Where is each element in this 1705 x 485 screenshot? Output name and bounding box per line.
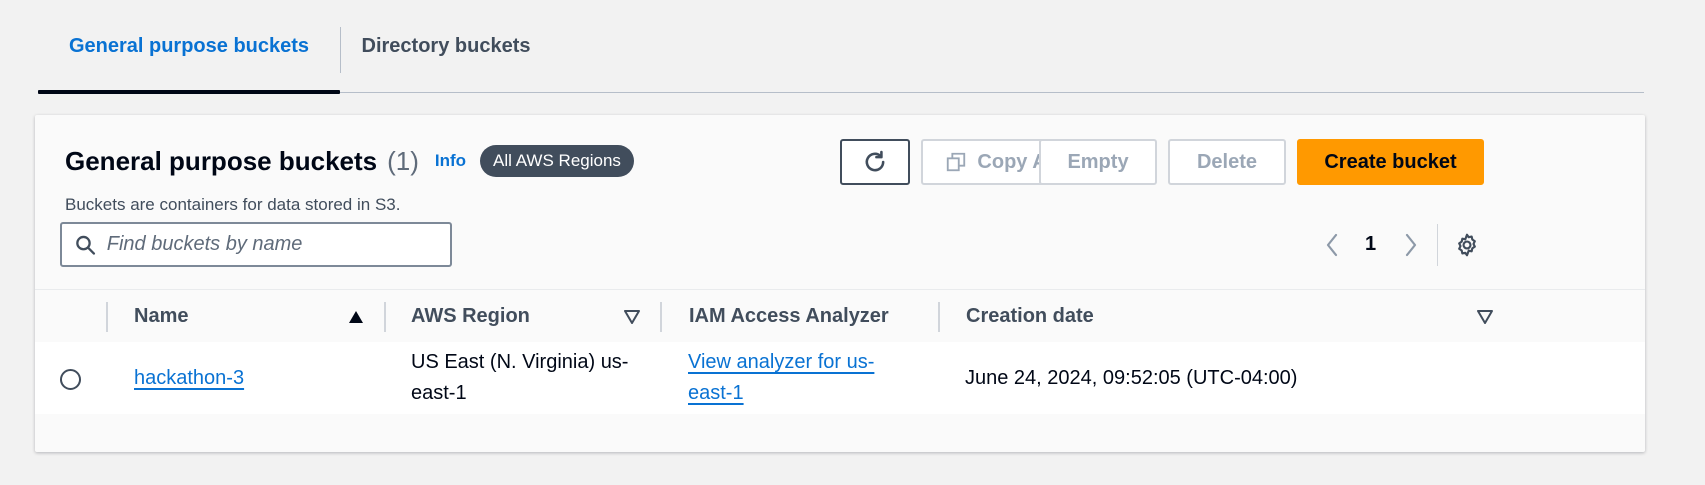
- active-tab-indicator: [38, 90, 340, 94]
- table-header: Name AWS Region IAM Access Analyzer Crea…: [35, 289, 1645, 344]
- create-bucket-label: Create bucket: [1324, 150, 1457, 173]
- search-box: [60, 222, 452, 267]
- table-row: hackathon-3 US East (N. Virginia) us- ea…: [35, 342, 1645, 414]
- column-separator: [384, 302, 386, 332]
- view-analyzer-link[interactable]: east-1: [688, 382, 744, 404]
- sort-descending-icon[interactable]: [624, 310, 640, 324]
- bucket-type-tabs: General purpose buckets Directory bucket…: [38, 0, 1644, 94]
- tab-label: Directory buckets: [361, 34, 531, 57]
- current-page-number[interactable]: 1: [1365, 222, 1376, 267]
- sort-ascending-icon[interactable]: [348, 310, 364, 324]
- delete-label: Delete: [1196, 150, 1258, 173]
- bucket-count: (1): [387, 145, 419, 176]
- tab-general-purpose-buckets[interactable]: General purpose buckets: [38, 0, 340, 94]
- region-text-line: east-1: [411, 382, 467, 404]
- bucket-name-link[interactable]: hackathon-3: [134, 363, 244, 394]
- empty-label: Empty: [1067, 150, 1129, 173]
- column-header-creation-date[interactable]: Creation date: [966, 290, 1094, 343]
- page-title: General purpose buckets: [65, 145, 378, 176]
- refresh-icon: [865, 150, 885, 172]
- buckets-container: General purpose buckets (1) Info All AWS…: [35, 115, 1645, 452]
- column-separator: [106, 302, 108, 332]
- chevron-right-icon: [1405, 233, 1417, 256]
- copy-icon: [947, 152, 966, 172]
- tab-label: General purpose buckets: [68, 34, 310, 57]
- gear-icon: [1458, 233, 1476, 256]
- empty-button[interactable]: Empty: [1039, 139, 1157, 185]
- bucket-name-cell: hackathon-3: [134, 342, 244, 414]
- tab-directory-buckets[interactable]: Directory buckets: [341, 0, 551, 92]
- search-input[interactable]: [104, 232, 450, 257]
- row-select-radio[interactable]: [60, 369, 81, 390]
- column-separator: [938, 302, 940, 332]
- search-icon: [76, 235, 96, 255]
- bucket-region-cell: US East (N. Virginia) us- east-1: [411, 342, 628, 414]
- view-analyzer-link[interactable]: View analyzer for us-: [688, 351, 874, 373]
- chevron-left-icon: [1326, 233, 1338, 256]
- sort-descending-icon[interactable]: [1477, 310, 1493, 324]
- column-separator: [660, 302, 662, 332]
- region-badge: All AWS Regions: [480, 145, 634, 177]
- delete-button[interactable]: Delete: [1168, 139, 1286, 185]
- header-description: Buckets are containers for data stored i…: [65, 195, 401, 214]
- region-text-line: US East (N. Virginia) us-: [411, 351, 629, 373]
- container-header: General purpose buckets (1) Info All AWS…: [65, 145, 634, 177]
- refresh-button[interactable]: [840, 139, 910, 185]
- info-link[interactable]: Info: [435, 151, 466, 171]
- column-header-region[interactable]: AWS Region: [411, 290, 530, 343]
- previous-page-button[interactable]: [1324, 222, 1340, 267]
- pagination-divider: [1437, 224, 1438, 266]
- create-bucket-button[interactable]: Create bucket: [1297, 139, 1484, 185]
- column-header-access-analyzer[interactable]: IAM Access Analyzer: [689, 290, 889, 343]
- creation-date-cell: June 24, 2024, 09:52:05 (UTC-04:00): [965, 366, 1298, 389]
- next-page-button[interactable]: [1403, 222, 1419, 267]
- access-analyzer-cell: View analyzer for us- east-1: [688, 342, 874, 414]
- column-header-name[interactable]: Name: [134, 290, 188, 343]
- preferences-button[interactable]: [1454, 222, 1480, 267]
